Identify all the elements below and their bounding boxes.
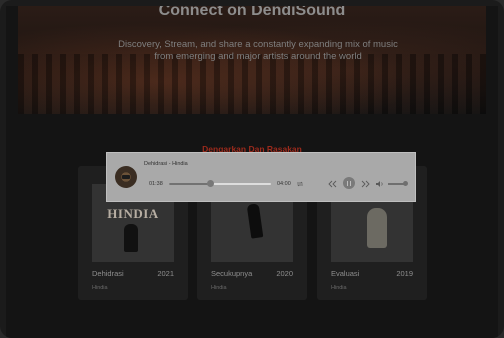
now-playing-title: Dehidrasi - Hindia xyxy=(144,161,188,167)
album-year: 2019 xyxy=(396,269,413,278)
duration-time: 04:00 xyxy=(277,181,291,187)
album-artist: Hindia xyxy=(211,285,227,291)
hero-subtitle: Discovery, Stream, and share a constantl… xyxy=(108,39,408,63)
hero-banner: Connect on DendiSound Discovery, Stream,… xyxy=(18,6,486,114)
now-playing-cover xyxy=(115,166,137,188)
album-artist: Hindia xyxy=(92,285,108,291)
music-player: Dehidrasi - Hindia 01:38 04:00 xyxy=(106,152,416,202)
album-artist: Hindia xyxy=(331,285,347,291)
hero-title: Connect on DendiSound xyxy=(158,6,346,19)
browser-viewport: Connect on DendiSound Discovery, Stream,… xyxy=(6,6,498,338)
device-frame: Connect on DendiSound Discovery, Stream,… xyxy=(0,0,504,338)
album-cover-text: HINDIA xyxy=(107,206,159,221)
progress-fill xyxy=(169,183,210,185)
pause-icon xyxy=(346,180,349,186)
album-cover-figure xyxy=(367,208,387,248)
next-icon[interactable] xyxy=(361,180,370,190)
volume-slider[interactable] xyxy=(388,181,408,186)
repeat-icon[interactable] xyxy=(296,180,304,190)
crowd-image xyxy=(18,54,486,114)
album-title: Secukupnya xyxy=(211,269,253,278)
album-title: Dehidrasi xyxy=(92,269,124,278)
progress-handle[interactable] xyxy=(206,180,214,187)
previous-icon[interactable] xyxy=(328,180,337,190)
album-year: 2020 xyxy=(276,269,293,278)
hero-subtitle-line2: from emerging and major artists around t… xyxy=(154,51,362,62)
album-cover-figure xyxy=(246,203,264,239)
cover-detail xyxy=(122,175,130,179)
album-year: 2021 xyxy=(157,269,174,278)
play-pause-button[interactable] xyxy=(343,177,355,189)
album-cover-figure xyxy=(124,224,138,252)
volume-icon[interactable] xyxy=(375,180,384,190)
hero-subtitle-line1: Discovery, Stream, and share a constantl… xyxy=(118,39,398,50)
volume-handle[interactable] xyxy=(403,181,408,186)
progress-slider[interactable] xyxy=(169,180,271,187)
pause-icon-bar xyxy=(349,180,352,186)
album-title: Evaluasi xyxy=(331,269,360,278)
current-time: 01:38 xyxy=(149,181,163,187)
